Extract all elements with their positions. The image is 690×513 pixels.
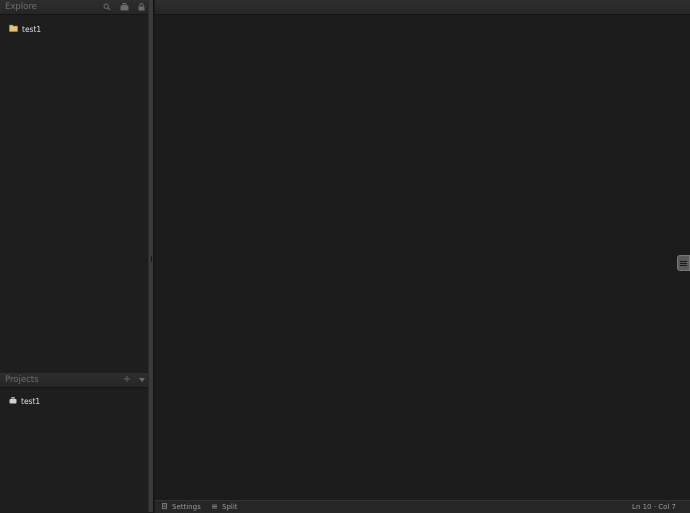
sidebar: Explore test1 Projects + test1 — [0, 0, 148, 512]
split-icon — [212, 501, 217, 513]
split-label: Split — [222, 503, 238, 511]
menu-line-icon — [680, 264, 687, 266]
settings-button[interactable]: Settings — [162, 501, 201, 513]
project-item-test1[interactable]: test1 — [9, 396, 40, 408]
status-bar: Settings Split Ln 10 · Col 7 — [155, 500, 690, 513]
side-panel-toggle[interactable] — [677, 255, 690, 271]
project-icon — [9, 396, 17, 408]
project-item-label: test1 — [21, 397, 41, 406]
explore-item-test1[interactable]: test1 — [9, 24, 41, 36]
chevron-down-icon[interactable] — [136, 373, 148, 387]
split-button[interactable]: Split — [212, 501, 238, 513]
settings-icon — [162, 501, 167, 513]
cursor-position: Ln 10 · Col 7 — [632, 503, 676, 511]
add-icon[interactable]: + — [121, 373, 133, 387]
project-icon[interactable] — [118, 0, 130, 14]
resize-grip — [151, 256, 152, 262]
search-icon[interactable] — [101, 0, 113, 14]
settings-label: Settings — [172, 503, 201, 511]
lock-icon[interactable] — [135, 0, 147, 14]
projects-title: Projects — [5, 375, 39, 385]
folder-icon — [9, 24, 18, 36]
projects-header: Projects + — [0, 373, 148, 388]
editor-tab-bar — [155, 0, 690, 15]
explore-header: Explore — [0, 0, 148, 15]
menu-line-icon — [680, 260, 687, 262]
menu-line-icon — [680, 262, 687, 264]
explore-title: Explore — [5, 2, 37, 12]
editor-area[interactable]: Settings Split Ln 10 · Col 7 — [155, 0, 690, 513]
sidebar-resize-handle[interactable] — [148, 0, 154, 512]
explore-item-label: test1 — [22, 25, 42, 34]
